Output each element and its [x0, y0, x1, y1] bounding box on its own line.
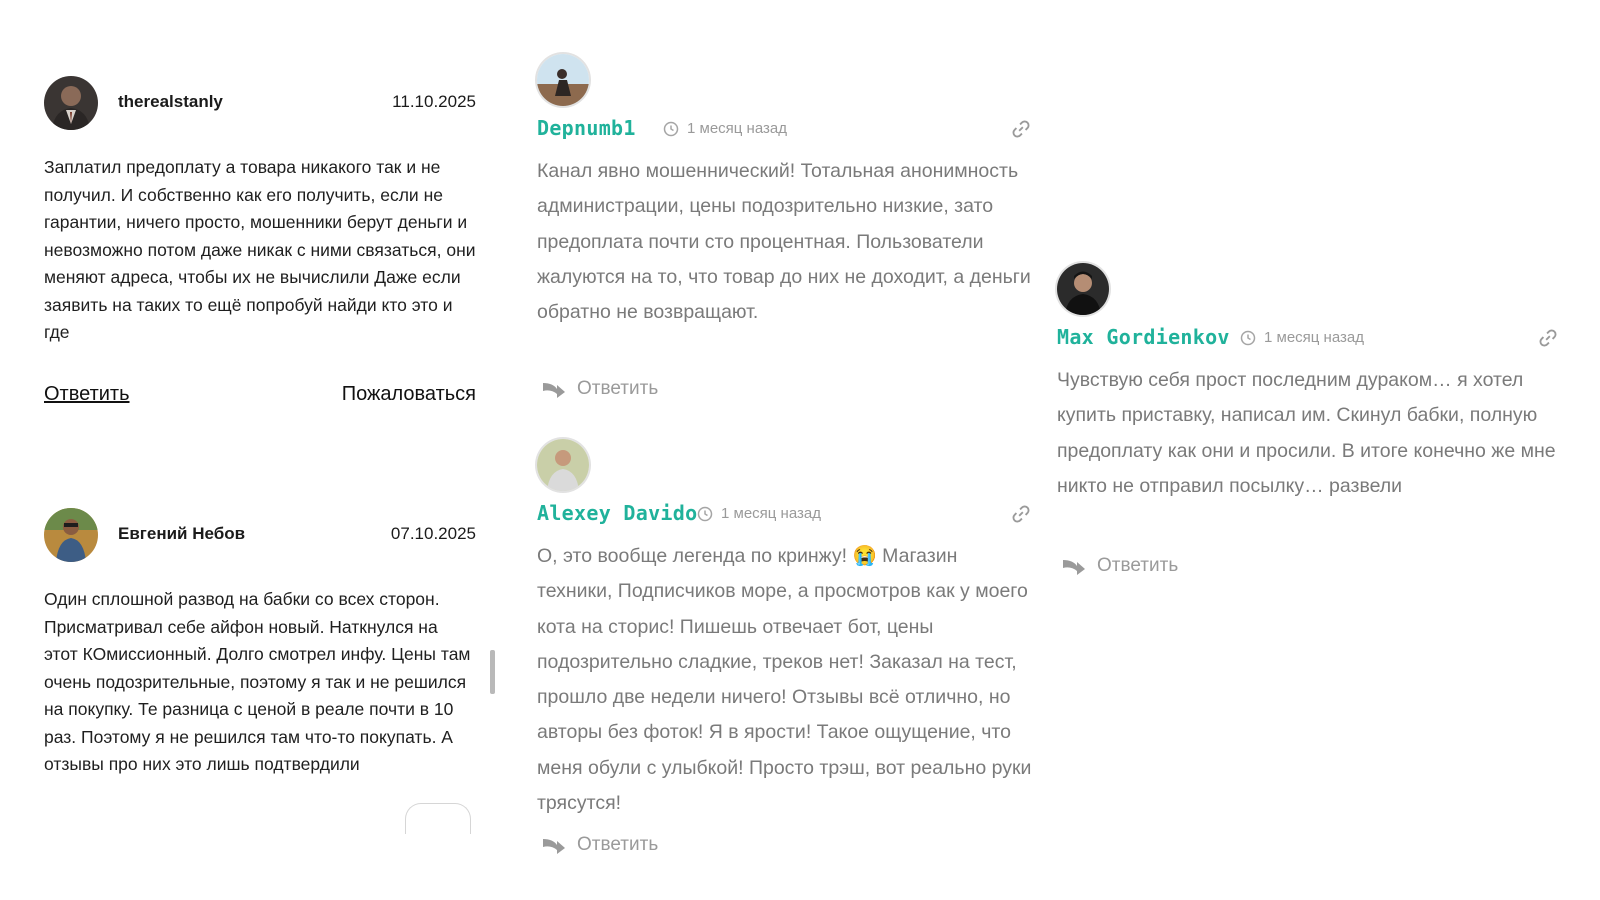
comment-time-text: 1 месяц назад [1264, 329, 1364, 346]
report-button[interactable]: Пожаловаться [342, 383, 476, 406]
reply-arrow-icon [543, 383, 565, 398]
avatar[interactable] [537, 439, 589, 491]
reply-arrow-icon [543, 839, 565, 854]
reply-arrow-icon [1063, 560, 1085, 575]
review-actions: Ответить Пожаловаться [44, 383, 476, 413]
comment-author[interactable]: Max Gordienkov [1057, 325, 1230, 349]
review-author: Евгений Небов [118, 524, 246, 543]
comment-meta: Alexey Davido 1 месяц назад [537, 501, 1032, 529]
avatar[interactable] [44, 508, 98, 562]
review-text: Заплатил предоплату а товара никакого та… [44, 157, 476, 342]
comment-text: Чувствую себя прост последним дураком… я… [1057, 369, 1556, 497]
review-date: 07.10.2025 [390, 524, 476, 543]
clock-icon [663, 121, 679, 136]
comment-time-text: 1 месяц назад [721, 505, 821, 522]
clock-icon [697, 506, 713, 521]
reply-label: Ответить [1097, 555, 1179, 576]
link-icon[interactable] [1537, 327, 1559, 349]
scrollbar-thumb[interactable] [490, 650, 495, 694]
floating-button-edge[interactable] [405, 803, 471, 834]
comment-meta: Max Gordienkov 1 месяц назад [1057, 325, 1559, 353]
avatar[interactable] [44, 76, 98, 130]
avatar[interactable] [1057, 263, 1109, 315]
comment-text: Канал явно мошеннический! Тотальная анон… [537, 160, 1031, 324]
comment-author[interactable]: Depnumb1 [537, 116, 636, 140]
comment-text: О, это вообще легенда по кринжу! 😭 Магаз… [537, 545, 1032, 815]
review-date: 11.10.2025 [392, 92, 476, 111]
link-icon[interactable] [1010, 118, 1032, 140]
link-icon[interactable] [1010, 503, 1032, 525]
clock-icon [1240, 330, 1256, 345]
review-card: Евгений Небов 07.10.2025 Один сплошной р… [44, 508, 476, 779]
comment-meta: Depnumb1 1 месяц назад [537, 116, 1032, 144]
reply-button[interactable]: Ответить [44, 383, 130, 406]
reply-button[interactable]: Ответить [541, 378, 658, 400]
review-card: therealstanly 11.10.2025 Заплатил предоп… [44, 76, 476, 413]
review-header: therealstanly 11.10.2025 [44, 76, 476, 132]
review-text: Один сплошной развод на бабки со всех ст… [44, 589, 471, 774]
reply-button[interactable]: Ответить [541, 834, 658, 856]
comment-time: 1 месяц назад [1240, 329, 1364, 346]
reply-button[interactable]: Ответить [1061, 555, 1178, 577]
review-author: therealstanly [118, 92, 223, 111]
reply-label: Ответить [577, 378, 659, 399]
comment-time: 1 месяц назад [663, 120, 787, 137]
comment-time: 1 месяц назад [697, 505, 821, 522]
avatar[interactable] [537, 54, 589, 106]
review-header: Евгений Небов 07.10.2025 [44, 508, 476, 564]
comment-time-text: 1 месяц назад [687, 120, 787, 137]
comment-author[interactable]: Alexey Davido [537, 501, 697, 525]
reply-label: Ответить [577, 834, 659, 855]
